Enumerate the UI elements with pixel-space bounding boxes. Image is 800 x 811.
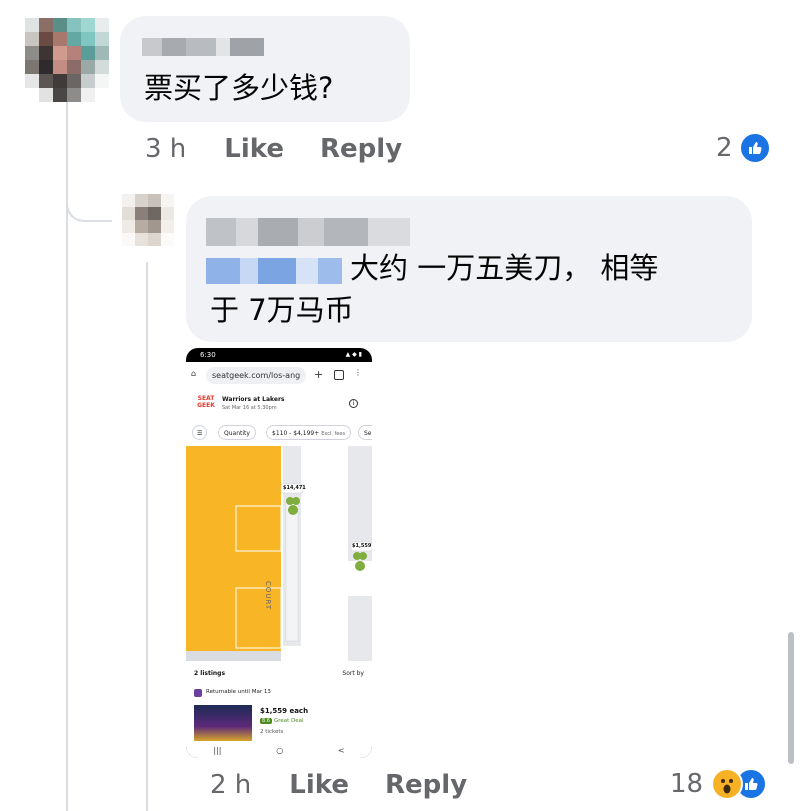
- reaction-count: 2: [716, 133, 733, 163]
- reply-text-line2: 于 7万马币: [210, 293, 354, 327]
- filter-chips: ☰ Quantity $110 - $4,199+ Excl. fees Se: [186, 420, 372, 446]
- replier-name-blurred[interactable]: [206, 218, 410, 246]
- thread-line-reply: [146, 262, 148, 811]
- listing-thumbnail: [194, 705, 252, 741]
- reply-timestamp[interactable]: 2 h: [210, 770, 251, 800]
- price-tag-1559: $1,559: [352, 543, 372, 549]
- phone-status-bar: 6:30 ▲ ◆ ▮: [186, 348, 372, 362]
- mention-tag-blurred[interactable]: [206, 258, 342, 284]
- new-tab-icon: +: [314, 368, 324, 381]
- court-label: COURT: [264, 581, 272, 611]
- reply-text-line1: 大约 一万五美刀， 相等: [350, 251, 659, 285]
- status-icons: ▲ ◆ ▮: [345, 351, 362, 358]
- reply-button[interactable]: Reply: [385, 770, 467, 800]
- reply-avatar[interactable]: [122, 194, 174, 246]
- returnable-text: Returnable until Mar 13: [206, 689, 271, 695]
- avatar[interactable]: [25, 18, 109, 102]
- event-header: SEAT GEEK Warriors at Lakers Sat Mar 16 a…: [186, 390, 372, 420]
- reaction-summary[interactable]: 2: [716, 132, 771, 164]
- commenter-name-blurred[interactable]: [142, 38, 264, 56]
- comment-timestamp[interactable]: 3 h: [145, 134, 186, 164]
- listing-price: $1,559 each: [260, 707, 309, 715]
- status-time: 6:30: [200, 351, 216, 359]
- attached-screenshot[interactable]: 6:30 ▲ ◆ ▮ ⌂ seatgeek.com/los-ang + ⋮ SE…: [186, 348, 372, 758]
- reply-button[interactable]: Reply: [320, 134, 402, 164]
- home-icon: ⌂: [191, 369, 197, 378]
- info-icon: i: [349, 399, 358, 408]
- price-tag-14471: $14,471: [283, 485, 306, 491]
- browser-url-bar: ⌂ seatgeek.com/los-ang + ⋮: [186, 362, 372, 390]
- deal-score-badge: 8.6: [260, 718, 272, 724]
- seatgeek-logo: SEAT GEEK: [196, 395, 216, 415]
- listings-panel: 2 listings Sort by Returnable until Mar …: [186, 661, 372, 743]
- back-icon: <: [337, 746, 345, 755]
- returnable-icon: [194, 689, 202, 697]
- avatar-pixelated: [25, 18, 109, 102]
- ticket-count: 2 tickets: [260, 729, 284, 735]
- scrollbar[interactable]: [788, 632, 794, 764]
- chip-price: $110 - $4,199+ Excl. fees: [266, 425, 352, 440]
- reaction-summary[interactable]: 18: [670, 768, 768, 800]
- chip-more: Se: [358, 425, 372, 440]
- seat-map-drawing: [186, 446, 372, 661]
- reaction-count: 18: [670, 769, 704, 799]
- avatar-pixelated: [122, 194, 174, 246]
- home-button-icon: ○: [276, 746, 284, 755]
- comment-actions: 3 h Like Reply: [145, 134, 438, 164]
- comment-text: 票买了多少钱?: [144, 71, 334, 105]
- chip-quantity: Quantity: [218, 425, 256, 440]
- filter-icon: ☰: [192, 425, 208, 440]
- seat-map: $14,471 $1,559 COURT: [186, 446, 372, 661]
- thumbs-up-icon: [738, 132, 771, 164]
- url-field: seatgeek.com/los-ang: [206, 367, 306, 384]
- reply-bubble: 大约 一万五美刀， 相等 于 7万马币: [186, 196, 752, 342]
- sort-by-button: Sort by: [342, 670, 364, 677]
- wow-face-icon: [711, 768, 744, 800]
- comment-bubble: 票买了多少钱?: [120, 16, 410, 122]
- recent-apps-icon: |||: [213, 746, 222, 755]
- like-button[interactable]: Like: [224, 134, 284, 164]
- listings-count: 2 listings: [194, 670, 226, 677]
- thread-line-branch: [66, 180, 112, 222]
- like-button[interactable]: Like: [289, 770, 349, 800]
- event-title: Warriors at Lakers: [222, 396, 285, 403]
- android-nav-bar: ||| ○ <: [186, 743, 372, 758]
- reply-actions: 2 h Like Reply: [210, 770, 503, 800]
- tabs-icon: [334, 370, 344, 380]
- browser-menu-icon: ⋮: [354, 368, 362, 377]
- deal-label: Great Deal: [274, 718, 304, 724]
- event-date: Sat Mar 16 at 5:30pm: [222, 405, 277, 411]
